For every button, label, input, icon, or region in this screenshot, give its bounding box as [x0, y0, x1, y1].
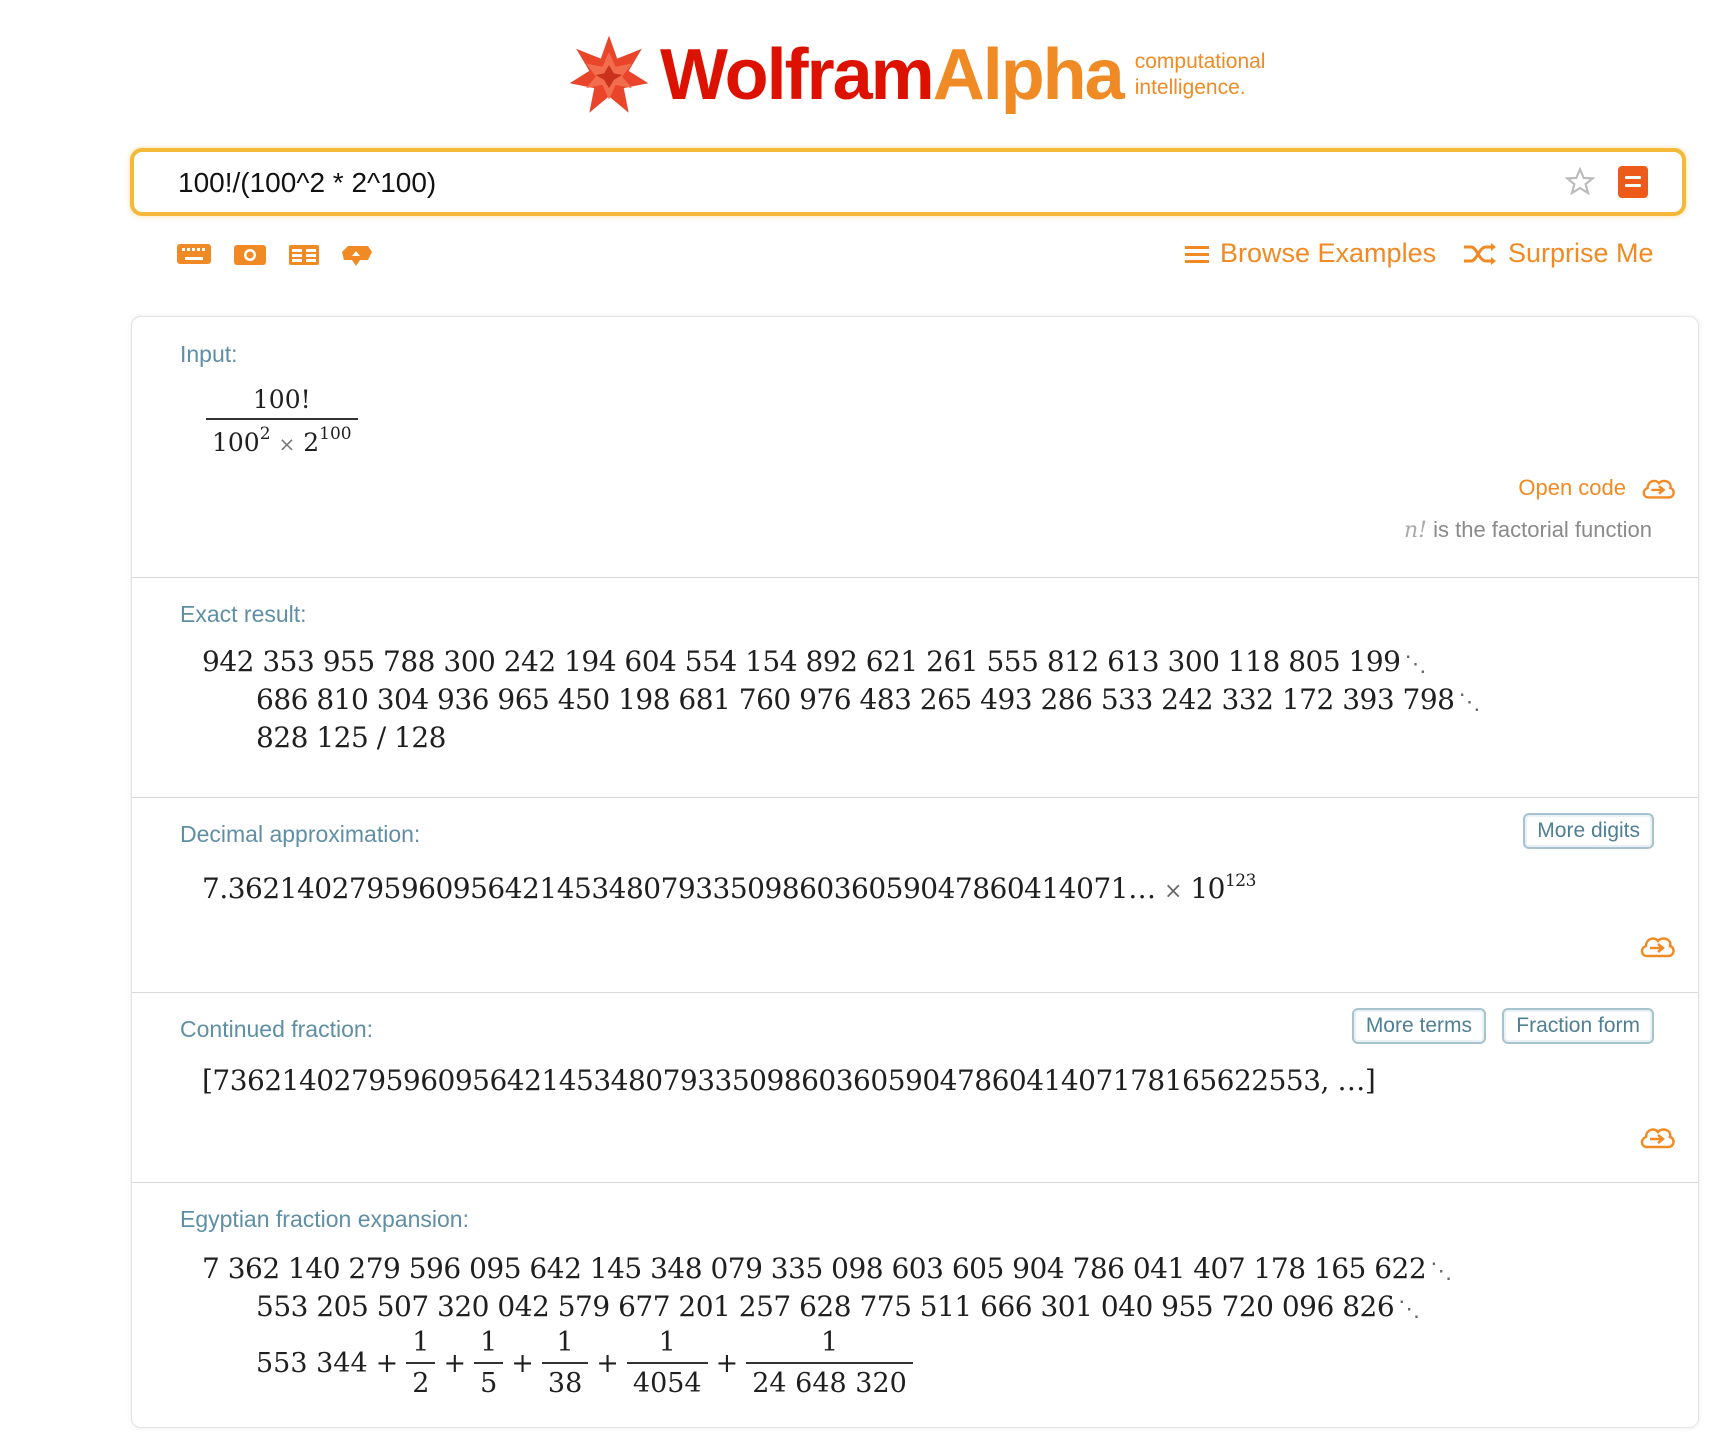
- plus-sign: +: [511, 1347, 534, 1379]
- logo-tagline: computational intelligence.: [1135, 49, 1266, 101]
- logo-tagline-line2: intelligence.: [1134, 76, 1246, 99]
- exact-result-title: Exact result:: [180, 601, 307, 627]
- cloud-arrow-icon[interactable]: [1638, 1124, 1676, 1150]
- continued-fraction-title: Continued fraction:: [180, 1016, 374, 1042]
- exact-line-2-text: 686 810 304 936 965 450 198 681 760 976 …: [256, 683, 1455, 716]
- plus-sign: +: [596, 1347, 619, 1379]
- shuffle-icon: [1464, 242, 1496, 265]
- keyboard-icon[interactable]: [176, 240, 212, 268]
- term-numerator: 1: [556, 1327, 574, 1358]
- input-pod: Input: 100! 1002 × 2100 Open code n! is …: [132, 317, 1698, 578]
- egyptian-line-2: 553 205 507 320 042 579 677 201 257 628 …: [256, 1290, 1420, 1323]
- cloud-upload-icon[interactable]: [338, 240, 374, 268]
- egyptian-fraction-term: 12: [406, 1327, 436, 1399]
- search-input[interactable]: [176, 160, 1480, 206]
- input-numerator: 100!: [252, 385, 311, 414]
- input-fraction: 100! 1002 × 2100: [206, 385, 358, 457]
- open-code-label: Open code: [1518, 475, 1626, 500]
- den-base-2: 2: [303, 428, 320, 457]
- continued-fraction-pod: Continued fraction: More terms Fraction …: [132, 992, 1698, 1183]
- continuation-mark: ⋱: [1398, 1297, 1420, 1322]
- input-pod-title: Input:: [180, 341, 238, 367]
- term-denominator: 5: [474, 1362, 504, 1399]
- den-exp-1: 2: [259, 424, 271, 444]
- den-times: ×: [278, 432, 296, 456]
- egyptian-fraction-term: 1 4054: [626, 1327, 708, 1399]
- egyptian-line-1-text: 7 362 140 279 596 095 642 145 348 079 33…: [202, 1252, 1427, 1285]
- decimal-mantissa: 7.36214027959609564214534807933509860360…: [202, 872, 1156, 905]
- continued-fraction-value: [736214027959609564214534807933509860360…: [202, 1064, 1376, 1097]
- exact-line-2: 686 810 304 936 965 450 198 681 760 976 …: [256, 683, 1480, 716]
- factorial-note-text: is the factorial function: [1426, 517, 1652, 542]
- decimal-pod: Decimal approximation: More digits 7.362…: [132, 797, 1698, 993]
- term-denominator: 4054: [626, 1362, 708, 1399]
- egyptian-fraction-pod: Egyptian fraction expansion: 7 362 140 2…: [132, 1182, 1698, 1442]
- results-card: Input: 100! 1002 × 2100 Open code n! is …: [131, 316, 1699, 1428]
- plus-sign: +: [375, 1347, 399, 1379]
- wolfram-spikey-icon: [569, 35, 649, 113]
- egyptian-line-2-text: 553 205 507 320 042 579 677 201 257 628 …: [256, 1290, 1395, 1323]
- search-box[interactable]: [130, 148, 1686, 216]
- decimal-base: 10: [1190, 872, 1225, 905]
- den-exp-2: 100: [319, 424, 352, 444]
- more-digits-button[interactable]: More digits: [1523, 813, 1654, 849]
- exact-line-1: 942 353 955 788 300 242 194 604 554 154 …: [202, 645, 1426, 678]
- input-denominator: 1002 × 2100: [206, 418, 358, 457]
- term-denominator: 38: [541, 1362, 589, 1399]
- term-numerator: 1: [480, 1327, 498, 1358]
- input-expression: 100! 1002 × 2100: [206, 385, 358, 457]
- exact-result-pod: Exact result: 942 353 955 788 300 242 19…: [132, 577, 1698, 798]
- browse-examples-link[interactable]: Browse Examples: [1184, 238, 1436, 269]
- logo-tagline-line1: computational: [1134, 50, 1266, 73]
- browse-examples-label: Browse Examples: [1220, 238, 1437, 268]
- plus-sign: +: [715, 1347, 739, 1379]
- fraction-form-button[interactable]: Fraction form: [1502, 1008, 1654, 1044]
- surprise-me-link[interactable]: Surprise Me: [1462, 238, 1654, 269]
- open-code-link[interactable]: Open code: [1518, 475, 1676, 501]
- continuation-mark: ⋱: [1404, 652, 1426, 677]
- term-denominator: 24 648 320: [746, 1362, 913, 1399]
- factorial-note: n! is the factorial function: [1404, 517, 1652, 543]
- egyptian-fraction-title: Egyptian fraction expansion:: [180, 1206, 469, 1232]
- egyptian-sum: 553 344 + 12 + 15 + 1 38 + 1 4054 + 1 24 64…: [256, 1327, 913, 1399]
- logo-wordmark: Wolfram Alpha computational intelligence.: [660, 34, 1265, 116]
- exact-line-1-text: 942 353 955 788 300 242 194 604 554 154 …: [202, 645, 1401, 678]
- camera-icon[interactable]: [232, 240, 268, 268]
- plus-sign: +: [443, 1347, 467, 1379]
- den-base-1: 100: [212, 428, 260, 457]
- term-numerator: 1: [412, 1327, 430, 1358]
- surprise-me-label: Surprise Me: [1508, 238, 1654, 268]
- term-numerator: 1: [658, 1327, 676, 1358]
- term-numerator: 1: [820, 1327, 839, 1358]
- egyptian-lead: 553 344: [256, 1347, 368, 1379]
- egyptian-fraction-term: 15: [474, 1327, 504, 1399]
- menu-icon: [1185, 245, 1209, 263]
- exact-line-3: 828 125 / 128: [256, 721, 446, 754]
- more-terms-button[interactable]: More terms: [1351, 1008, 1486, 1044]
- egyptian-fraction-term: 1 24 648 320: [746, 1327, 913, 1399]
- logo-alpha-text: Alpha: [932, 35, 1125, 115]
- decimal-title: Decimal approximation:: [180, 821, 421, 847]
- logo-wolfram-text: Wolfram: [660, 35, 935, 115]
- egyptian-fraction-term: 1 38: [541, 1327, 589, 1399]
- decimal-times: ×: [1163, 879, 1182, 904]
- term-denominator: 2: [406, 1362, 436, 1399]
- star-icon[interactable]: [1564, 166, 1596, 198]
- go-button-icon[interactable]: [1618, 166, 1648, 198]
- cloud-arrow-icon: [1642, 479, 1675, 499]
- egyptian-line-1: 7 362 140 279 596 095 642 145 348 079 33…: [202, 1252, 1452, 1285]
- continuation-mark: ⋱: [1430, 1259, 1452, 1284]
- table-icon[interactable]: [286, 240, 322, 268]
- continuation-mark: ⋱: [1458, 690, 1480, 715]
- wolframalpha-logo[interactable]: Wolfram Alpha computational intelligence.: [568, 30, 1265, 120]
- factorial-note-symbol: n!: [1403, 518, 1427, 543]
- decimal-exponent: 123: [1224, 871, 1256, 891]
- decimal-value: 7.36214027959609564214534807933509860360…: [202, 871, 1256, 905]
- cloud-arrow-icon[interactable]: [1638, 933, 1676, 959]
